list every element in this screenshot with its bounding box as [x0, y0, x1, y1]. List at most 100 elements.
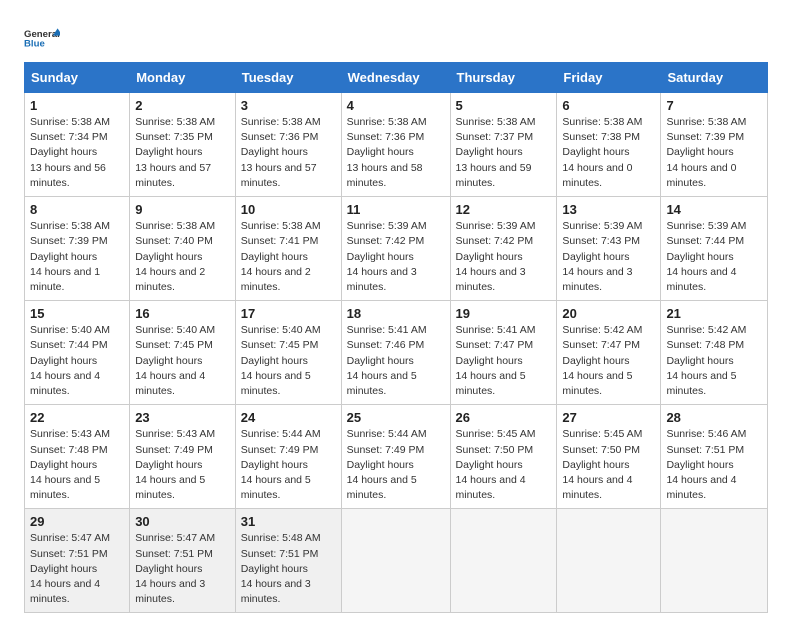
- day-detail: Sunrise: 5:38 AMSunset: 7:37 PMDaylight …: [456, 116, 536, 189]
- day-detail: Sunrise: 5:40 AMSunset: 7:45 PMDaylight …: [135, 324, 215, 397]
- calendar-cell: 8 Sunrise: 5:38 AMSunset: 7:39 PMDayligh…: [25, 197, 130, 301]
- col-wednesday: Wednesday: [341, 63, 450, 93]
- day-number: 15: [30, 306, 124, 321]
- day-number: 29: [30, 514, 124, 529]
- calendar-cell: 16 Sunrise: 5:40 AMSunset: 7:45 PMDaylig…: [130, 301, 236, 405]
- day-number: 25: [347, 410, 445, 425]
- day-number: 12: [456, 202, 552, 217]
- day-detail: Sunrise: 5:40 AMSunset: 7:44 PMDaylight …: [30, 324, 110, 397]
- calendar-cell: 9 Sunrise: 5:38 AMSunset: 7:40 PMDayligh…: [130, 197, 236, 301]
- calendar-cell: 1 Sunrise: 5:38 AMSunset: 7:34 PMDayligh…: [25, 93, 130, 197]
- day-number: 10: [241, 202, 336, 217]
- calendar-week-row: 1 Sunrise: 5:38 AMSunset: 7:34 PMDayligh…: [25, 93, 768, 197]
- day-detail: Sunrise: 5:44 AMSunset: 7:49 PMDaylight …: [241, 428, 321, 501]
- calendar-cell: 3 Sunrise: 5:38 AMSunset: 7:36 PMDayligh…: [235, 93, 341, 197]
- header: General Blue: [24, 20, 768, 56]
- day-detail: Sunrise: 5:38 AMSunset: 7:34 PMDaylight …: [30, 116, 110, 189]
- day-detail: Sunrise: 5:39 AMSunset: 7:42 PMDaylight …: [347, 220, 427, 293]
- calendar-cell: 23 Sunrise: 5:43 AMSunset: 7:49 PMDaylig…: [130, 405, 236, 509]
- calendar-cell: 6 Sunrise: 5:38 AMSunset: 7:38 PMDayligh…: [557, 93, 661, 197]
- calendar-cell: 25 Sunrise: 5:44 AMSunset: 7:49 PMDaylig…: [341, 405, 450, 509]
- calendar-cell: 14 Sunrise: 5:39 AMSunset: 7:44 PMDaylig…: [661, 197, 768, 301]
- header-row: Sunday Monday Tuesday Wednesday Thursday…: [25, 63, 768, 93]
- calendar-cell: 18 Sunrise: 5:41 AMSunset: 7:46 PMDaylig…: [341, 301, 450, 405]
- day-number: 27: [562, 410, 655, 425]
- day-number: 13: [562, 202, 655, 217]
- day-number: 28: [666, 410, 762, 425]
- day-number: 2: [135, 98, 230, 113]
- logo-svg: General Blue: [24, 20, 60, 56]
- day-detail: Sunrise: 5:48 AMSunset: 7:51 PMDaylight …: [241, 532, 321, 605]
- day-detail: Sunrise: 5:42 AMSunset: 7:47 PMDaylight …: [562, 324, 642, 397]
- day-detail: Sunrise: 5:43 AMSunset: 7:49 PMDaylight …: [135, 428, 215, 501]
- day-detail: Sunrise: 5:38 AMSunset: 7:41 PMDaylight …: [241, 220, 321, 293]
- day-detail: Sunrise: 5:45 AMSunset: 7:50 PMDaylight …: [456, 428, 536, 501]
- day-detail: Sunrise: 5:38 AMSunset: 7:35 PMDaylight …: [135, 116, 215, 189]
- calendar-cell: 13 Sunrise: 5:39 AMSunset: 7:43 PMDaylig…: [557, 197, 661, 301]
- col-sunday: Sunday: [25, 63, 130, 93]
- calendar-cell: 31 Sunrise: 5:48 AMSunset: 7:51 PMDaylig…: [235, 509, 341, 613]
- day-number: 20: [562, 306, 655, 321]
- day-detail: Sunrise: 5:47 AMSunset: 7:51 PMDaylight …: [30, 532, 110, 605]
- col-friday: Friday: [557, 63, 661, 93]
- day-detail: Sunrise: 5:39 AMSunset: 7:42 PMDaylight …: [456, 220, 536, 293]
- day-number: 9: [135, 202, 230, 217]
- day-number: 21: [666, 306, 762, 321]
- day-detail: Sunrise: 5:38 AMSunset: 7:39 PMDaylight …: [30, 220, 110, 293]
- day-detail: Sunrise: 5:46 AMSunset: 7:51 PMDaylight …: [666, 428, 746, 501]
- day-number: 14: [666, 202, 762, 217]
- day-number: 11: [347, 202, 445, 217]
- calendar-cell: 7 Sunrise: 5:38 AMSunset: 7:39 PMDayligh…: [661, 93, 768, 197]
- day-detail: Sunrise: 5:41 AMSunset: 7:47 PMDaylight …: [456, 324, 536, 397]
- calendar-cell: 2 Sunrise: 5:38 AMSunset: 7:35 PMDayligh…: [130, 93, 236, 197]
- day-number: 22: [30, 410, 124, 425]
- calendar-cell: 29 Sunrise: 5:47 AMSunset: 7:51 PMDaylig…: [25, 509, 130, 613]
- calendar-table: Sunday Monday Tuesday Wednesday Thursday…: [24, 62, 768, 613]
- calendar-cell: 15 Sunrise: 5:40 AMSunset: 7:44 PMDaylig…: [25, 301, 130, 405]
- day-number: 24: [241, 410, 336, 425]
- day-detail: Sunrise: 5:40 AMSunset: 7:45 PMDaylight …: [241, 324, 321, 397]
- col-monday: Monday: [130, 63, 236, 93]
- calendar-week-row: 8 Sunrise: 5:38 AMSunset: 7:39 PMDayligh…: [25, 197, 768, 301]
- calendar-cell: [450, 509, 557, 613]
- calendar-cell: [341, 509, 450, 613]
- day-detail: Sunrise: 5:38 AMSunset: 7:40 PMDaylight …: [135, 220, 215, 293]
- calendar-cell: 11 Sunrise: 5:39 AMSunset: 7:42 PMDaylig…: [341, 197, 450, 301]
- day-detail: Sunrise: 5:41 AMSunset: 7:46 PMDaylight …: [347, 324, 427, 397]
- day-number: 6: [562, 98, 655, 113]
- calendar-cell: 5 Sunrise: 5:38 AMSunset: 7:37 PMDayligh…: [450, 93, 557, 197]
- day-number: 17: [241, 306, 336, 321]
- day-detail: Sunrise: 5:38 AMSunset: 7:36 PMDaylight …: [241, 116, 321, 189]
- calendar-week-row: 29 Sunrise: 5:47 AMSunset: 7:51 PMDaylig…: [25, 509, 768, 613]
- day-number: 8: [30, 202, 124, 217]
- day-number: 5: [456, 98, 552, 113]
- day-detail: Sunrise: 5:39 AMSunset: 7:43 PMDaylight …: [562, 220, 642, 293]
- day-detail: Sunrise: 5:45 AMSunset: 7:50 PMDaylight …: [562, 428, 642, 501]
- day-number: 30: [135, 514, 230, 529]
- day-number: 3: [241, 98, 336, 113]
- day-number: 19: [456, 306, 552, 321]
- day-detail: Sunrise: 5:38 AMSunset: 7:38 PMDaylight …: [562, 116, 642, 189]
- calendar-cell: 20 Sunrise: 5:42 AMSunset: 7:47 PMDaylig…: [557, 301, 661, 405]
- day-number: 18: [347, 306, 445, 321]
- col-thursday: Thursday: [450, 63, 557, 93]
- day-number: 23: [135, 410, 230, 425]
- calendar-cell: [661, 509, 768, 613]
- day-detail: Sunrise: 5:38 AMSunset: 7:36 PMDaylight …: [347, 116, 427, 189]
- calendar-cell: 10 Sunrise: 5:38 AMSunset: 7:41 PMDaylig…: [235, 197, 341, 301]
- day-number: 4: [347, 98, 445, 113]
- svg-text:Blue: Blue: [24, 38, 45, 49]
- calendar-cell: 21 Sunrise: 5:42 AMSunset: 7:48 PMDaylig…: [661, 301, 768, 405]
- day-number: 7: [666, 98, 762, 113]
- day-detail: Sunrise: 5:39 AMSunset: 7:44 PMDaylight …: [666, 220, 746, 293]
- day-detail: Sunrise: 5:38 AMSunset: 7:39 PMDaylight …: [666, 116, 746, 189]
- day-number: 26: [456, 410, 552, 425]
- day-number: 31: [241, 514, 336, 529]
- calendar-cell: 26 Sunrise: 5:45 AMSunset: 7:50 PMDaylig…: [450, 405, 557, 509]
- day-detail: Sunrise: 5:47 AMSunset: 7:51 PMDaylight …: [135, 532, 215, 605]
- calendar-week-row: 22 Sunrise: 5:43 AMSunset: 7:48 PMDaylig…: [25, 405, 768, 509]
- col-saturday: Saturday: [661, 63, 768, 93]
- calendar-cell: 30 Sunrise: 5:47 AMSunset: 7:51 PMDaylig…: [130, 509, 236, 613]
- calendar-cell: 19 Sunrise: 5:41 AMSunset: 7:47 PMDaylig…: [450, 301, 557, 405]
- col-tuesday: Tuesday: [235, 63, 341, 93]
